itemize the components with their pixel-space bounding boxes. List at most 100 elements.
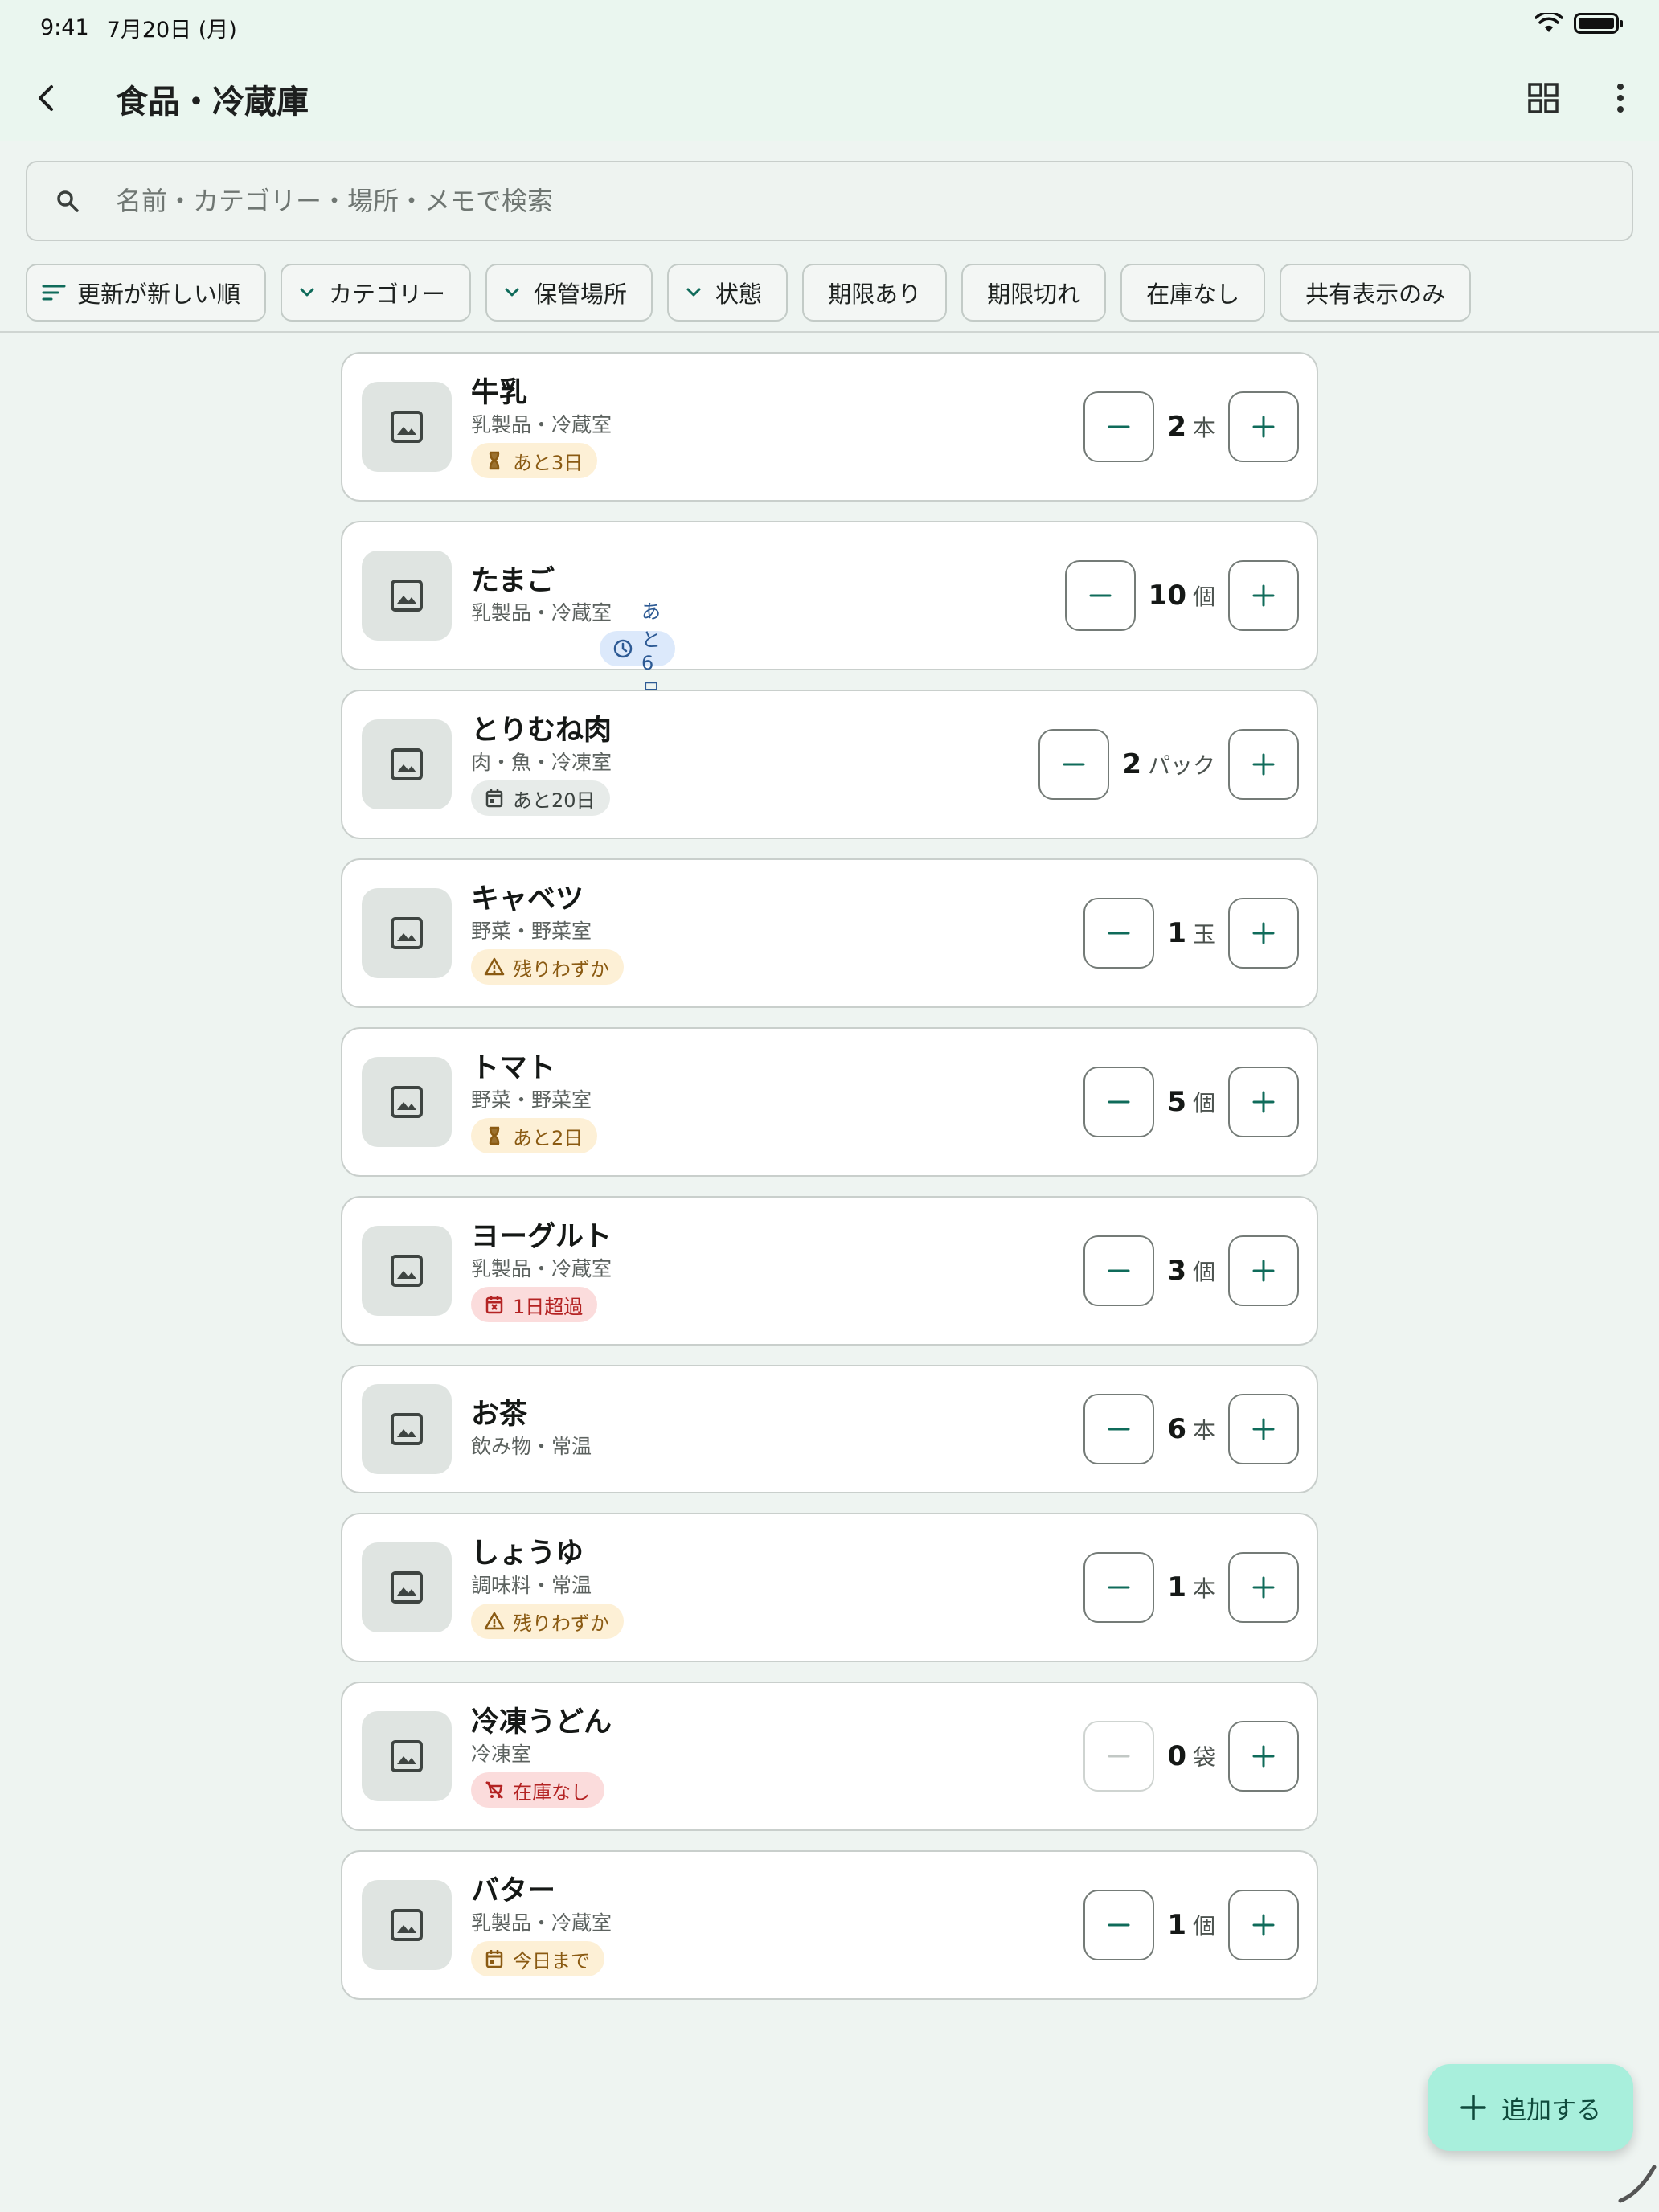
plus-icon xyxy=(1252,1260,1275,1282)
has-expiry-chip[interactable]: 期限あり xyxy=(802,264,948,322)
item-meta: 野菜・野菜室 xyxy=(471,920,592,943)
badge-label: 在庫なし xyxy=(513,1780,590,1804)
filter-chips: 更新が新しい順 カテゴリー 保管場所 状態 期限あり 期限切れ 在庫なし 共有表… xyxy=(26,264,1472,322)
item-card[interactable]: 牛乳 乳製品・冷蔵室 あと3日 2 本 xyxy=(341,352,1318,502)
item-card[interactable]: たまご乳製品・冷蔵室 あと6日 10個 xyxy=(341,521,1318,702)
grid-view-button[interactable] xyxy=(1521,76,1566,121)
item-status-badge: あと3日 xyxy=(471,443,598,478)
quantity-stepper: 5個 xyxy=(1083,1067,1299,1137)
back-arrow-icon xyxy=(39,85,53,111)
calendar-x-icon xyxy=(484,1294,505,1315)
status-bar: 9:41 7月20日 (月) xyxy=(40,11,237,43)
item-name: お茶 xyxy=(471,1399,528,1431)
increment-button[interactable] xyxy=(1228,1067,1299,1137)
minus-icon xyxy=(1089,594,1112,597)
item-thumbnail xyxy=(362,1711,452,1801)
item-card[interactable]: ヨーグルト 乳製品・冷蔵室 1日超過 3 個 xyxy=(341,1196,1318,1346)
shared-only-chip[interactable]: 共有表示のみ xyxy=(1280,264,1472,322)
quantity-stepper: 10 個 xyxy=(1064,560,1299,631)
badge-label: 1日超過 xyxy=(513,1295,584,1318)
decrement-button[interactable] xyxy=(1083,1235,1155,1306)
status-chip[interactable]: 状態 xyxy=(667,264,789,322)
decrement-button[interactable] xyxy=(1083,391,1155,462)
back-button[interactable] xyxy=(23,74,71,122)
item-thumbnail xyxy=(362,1384,452,1474)
location-chip[interactable]: 保管場所 xyxy=(485,264,653,322)
item-meta: 野菜・野菜室 xyxy=(471,1088,592,1112)
out-of-stock-chip-label: 在庫なし xyxy=(1146,281,1240,308)
image-placeholder-icon xyxy=(391,411,423,443)
item-card[interactable]: お茶 飲み物・常温 6 本 xyxy=(341,1365,1318,1493)
item-meta: 飲み物・常温 xyxy=(471,1435,592,1458)
item-card[interactable]: トマト 野菜・野菜室 あと2日 5 個 xyxy=(341,1027,1318,1177)
item-name: ヨーグルト xyxy=(471,1221,612,1253)
decrement-button[interactable] xyxy=(1083,1890,1155,1960)
item-list: 牛乳乳製品・冷蔵室あと3日2本たまご乳製品・冷蔵室あと6日10個とりむね肉肉・魚… xyxy=(341,352,1318,2019)
image-placeholder-icon xyxy=(391,580,423,612)
increment-button[interactable] xyxy=(1228,898,1299,969)
add-item-button[interactable]: 追加する xyxy=(1428,2064,1633,2151)
chevron-down-icon xyxy=(505,288,519,297)
increment-button[interactable] xyxy=(1228,560,1299,631)
hourglass-icon xyxy=(484,450,505,471)
quantity-number: 1 xyxy=(1167,1571,1186,1604)
badge-label: あと20日 xyxy=(513,789,596,812)
search-input[interactable] xyxy=(116,186,1632,216)
quantity-stepper: 0袋 xyxy=(1083,1721,1299,1792)
plus-icon xyxy=(1252,416,1275,438)
increment-button[interactable] xyxy=(1228,1552,1299,1623)
decrement-button[interactable] xyxy=(1083,1552,1155,1623)
grid-view-icon xyxy=(1528,83,1559,113)
item-status-badge: 在庫なし xyxy=(471,1772,604,1808)
increment-button[interactable] xyxy=(1228,1235,1299,1306)
decrement-button[interactable] xyxy=(1064,560,1136,631)
out-of-stock-chip[interactable]: 在庫なし xyxy=(1120,264,1266,322)
sort-icon xyxy=(42,285,66,301)
item-meta: 乳製品・冷蔵室 xyxy=(471,1911,612,1935)
item-card[interactable]: バター 乳製品・冷蔵室 今日まで 1 個 xyxy=(341,1850,1318,2000)
quantity-value: 2本 xyxy=(1167,411,1215,443)
more-options-button[interactable] xyxy=(1598,76,1643,121)
item-meta: 乳製品・冷蔵室 xyxy=(471,413,612,436)
increment-button[interactable] xyxy=(1228,729,1299,800)
item-info: とりむね肉 肉・魚・冷凍室 あと20日 xyxy=(471,713,612,816)
minus-icon xyxy=(1108,1269,1130,1272)
item-info: 冷凍うどん 冷凍室 在庫なし xyxy=(471,1705,612,1808)
item-card[interactable]: しょうゆ 調味料・常温 残りわずか 1 本 xyxy=(341,1513,1318,1662)
item-name: しょうゆ xyxy=(471,1538,584,1570)
item-thumbnail xyxy=(362,1880,452,1970)
decrement-button[interactable] xyxy=(1083,1394,1155,1464)
sort-chip[interactable]: 更新が新しい順 xyxy=(26,264,267,322)
increment-button[interactable] xyxy=(1228,1394,1299,1464)
app-bar: 食品・冷蔵庫 xyxy=(0,56,1659,137)
decrement-button[interactable] xyxy=(1083,1067,1155,1137)
image-placeholder-icon xyxy=(391,748,423,780)
item-card[interactable]: とりむね肉 肉・魚・冷凍室 あと20日 2 パック xyxy=(341,690,1318,839)
increment-button[interactable] xyxy=(1228,1721,1299,1792)
hourglass-icon xyxy=(484,1125,505,1146)
item-card[interactable]: キャベツ 野菜・野菜室 残りわずか 1 玉 xyxy=(341,858,1318,1008)
item-card[interactable]: 冷凍うどん 冷凍室 在庫なし 0 袋 xyxy=(341,1682,1318,1831)
item-thumbnail xyxy=(362,1057,452,1147)
quantity-unit: 個 xyxy=(1192,584,1215,610)
item-name: キャベツ xyxy=(471,883,584,916)
plus-icon xyxy=(1252,1576,1275,1599)
increment-button[interactable] xyxy=(1228,1890,1299,1960)
shared-only-chip-label: 共有表示のみ xyxy=(1305,281,1446,308)
item-thumbnail xyxy=(362,1226,452,1316)
minus-icon xyxy=(1108,1586,1130,1589)
expired-chip[interactable]: 期限切れ xyxy=(961,264,1107,322)
image-placeholder-icon xyxy=(391,1086,423,1118)
increment-button[interactable] xyxy=(1228,391,1299,462)
decrement-button[interactable] xyxy=(1083,1721,1155,1792)
search-bar[interactable] xyxy=(26,161,1633,241)
search-icon xyxy=(51,185,84,217)
decrement-button[interactable] xyxy=(1038,729,1110,800)
category-chip[interactable]: カテゴリー xyxy=(281,264,472,322)
image-placeholder-icon xyxy=(391,917,423,949)
quantity-unit: 本 xyxy=(1192,415,1215,441)
plus-icon xyxy=(1252,1091,1275,1113)
decrement-button[interactable] xyxy=(1083,898,1155,969)
badge-label: あと2日 xyxy=(513,1126,584,1149)
page-title: 食品・冷蔵庫 xyxy=(116,84,309,121)
